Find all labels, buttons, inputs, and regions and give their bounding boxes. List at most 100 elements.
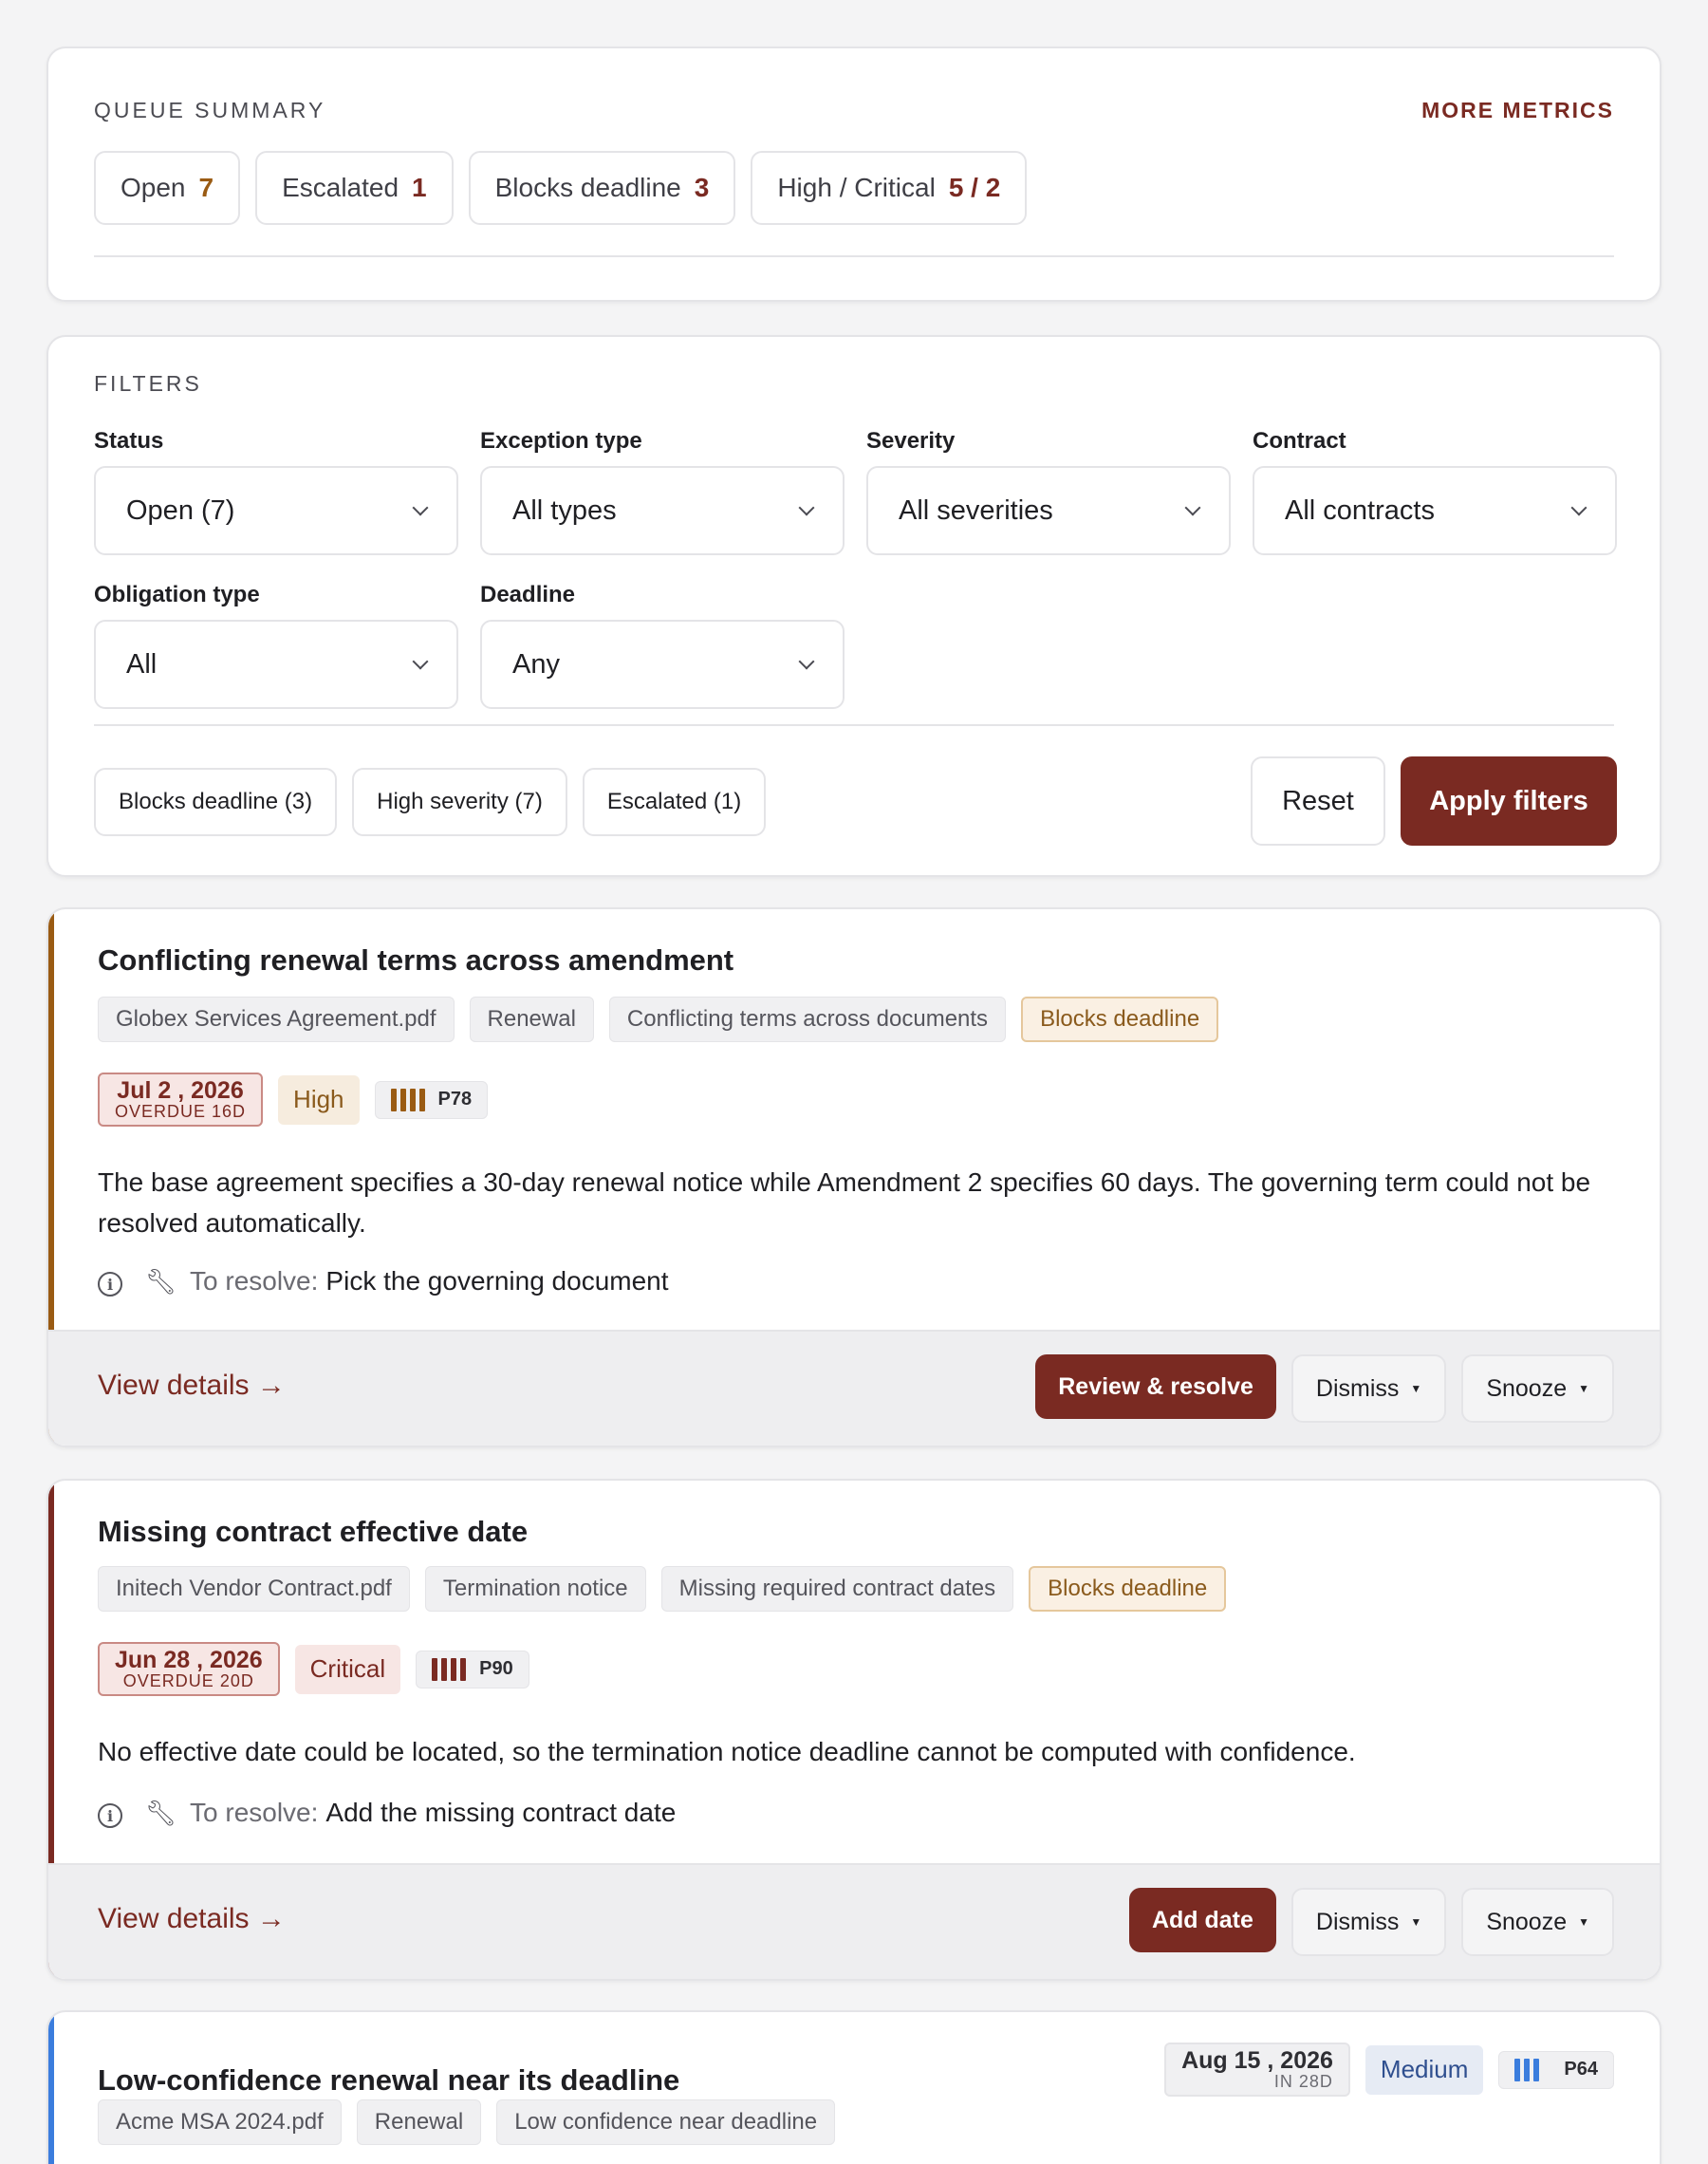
dismiss-label: Dismiss xyxy=(1315,1908,1400,1935)
deadline-date: Aug 15 , 2026 xyxy=(1181,2047,1333,2074)
contract-tag[interactable]: Initech Vendor Contract.pdf xyxy=(98,1566,410,1612)
priority-badge: P64 xyxy=(1498,2050,1614,2089)
dismiss-button[interactable]: Dismiss ▼ xyxy=(1290,1354,1447,1423)
priority-bar xyxy=(409,1088,416,1111)
stat-label: Open xyxy=(121,173,186,202)
add-date-button[interactable]: Add date xyxy=(1128,1888,1276,1952)
more-metrics-link[interactable]: MORE METRICS xyxy=(1421,98,1614,123)
stat-value: 5 / 2 xyxy=(948,173,1001,202)
dismiss-button[interactable]: Dismiss ▼ xyxy=(1290,1888,1447,1956)
priority-bar xyxy=(390,1088,397,1111)
resolve-label: To resolve: xyxy=(190,1266,319,1296)
resolve-text: Add the missing contract date xyxy=(325,1798,677,1827)
stat-value: 7 xyxy=(198,173,214,202)
status-filter-select[interactable]: Open (7) xyxy=(94,466,458,555)
exception-title: Low-confidence renewal near its deadline xyxy=(98,2063,680,2097)
chevron-down-icon xyxy=(1184,499,1201,516)
stat-value: 3 xyxy=(694,173,710,202)
stat-label: Escalated xyxy=(282,173,399,202)
priority-score: P64 xyxy=(1564,2059,1598,2080)
quick-filter-high-severity[interactable]: High severity (7) xyxy=(352,768,567,836)
view-details-link[interactable]: View details → xyxy=(98,1370,286,1402)
exception-actions-bar: View details → Add date Dismiss ▼ Snooze… xyxy=(48,1863,1660,1979)
info-icon[interactable]: i xyxy=(98,1272,122,1297)
snooze-button[interactable]: Snooze ▼ xyxy=(1461,1888,1614,1956)
exception-meta: Aug 15 , 2026 IN 28D Medium P64 xyxy=(1164,2043,1614,2098)
apply-filters-button[interactable]: Apply filters xyxy=(1401,756,1617,846)
severity-badge: Critical xyxy=(294,1644,401,1694)
contract-tag[interactable]: Acme MSA 2024.pdf xyxy=(98,2099,342,2145)
priority-bar xyxy=(451,1657,457,1681)
obligation-type-filter-select[interactable]: All xyxy=(94,620,458,709)
snooze-button[interactable]: Snooze ▼ xyxy=(1461,1354,1614,1423)
review-resolve-button[interactable]: Review & resolve xyxy=(1035,1354,1276,1419)
chevron-down-icon xyxy=(412,499,429,516)
priority-bar xyxy=(399,1088,406,1111)
stat-open[interactable]: Open 7 xyxy=(94,151,241,225)
action-buttons: Add date Dismiss ▼ Snooze ▼ xyxy=(1128,1888,1614,1956)
status-filter-label: Status xyxy=(94,428,164,454)
exception-type-filter-label: Exception type xyxy=(480,428,642,454)
resolve-label: To resolve: xyxy=(190,1798,319,1827)
filters-card: FILTERS Status Open (7) Exception type A… xyxy=(46,335,1662,877)
priority-bar xyxy=(441,1657,448,1681)
reset-button[interactable]: Reset xyxy=(1251,756,1385,846)
exception-card: Low-confidence renewal near its deadline… xyxy=(46,2010,1662,2164)
caret-down-icon: ▼ xyxy=(1410,1382,1422,1395)
stat-blocks-deadline[interactable]: Blocks deadline 3 xyxy=(468,151,736,225)
obligation-type-filter-label: Obligation type xyxy=(94,582,260,607)
chevron-down-icon xyxy=(1570,499,1587,516)
priority-badge: P90 xyxy=(416,1650,529,1688)
deadline-badge: Jun 28 , 2026 OVERDUE 20D xyxy=(98,1642,280,1697)
blocks-deadline-badge: Blocks deadline xyxy=(1029,1566,1227,1612)
exception-meta: Jul 2 , 2026 OVERDUE 16D High P78 xyxy=(98,1073,489,1128)
severity-accent-bar xyxy=(48,2012,54,2164)
exception-title: Conflicting renewal terms across amendme… xyxy=(98,943,734,977)
exception-card: Conflicting renewal terms across amendme… xyxy=(46,907,1662,1447)
quick-filter-blocks-deadline[interactable]: Blocks deadline (3) xyxy=(94,768,338,836)
stat-value: 1 xyxy=(412,173,427,202)
filters-label: FILTERS xyxy=(94,371,202,396)
exception-type-filter-select[interactable]: All types xyxy=(480,466,845,555)
dismiss-label: Dismiss xyxy=(1315,1374,1400,1402)
priority-bar xyxy=(1533,2058,1540,2081)
exception-actions-bar: View details → Review & resolve Dismiss … xyxy=(48,1330,1660,1446)
exception-type-tag: Low confidence near deadline xyxy=(496,2099,836,2145)
deadline-filter-label: Deadline xyxy=(480,582,576,607)
stat-label: Blocks deadline xyxy=(494,173,681,202)
priority-score: P90 xyxy=(479,1658,513,1680)
queue-summary-label: QUEUE SUMMARY xyxy=(94,98,326,122)
quick-filters: Blocks deadline (3) High severity (7) Es… xyxy=(94,768,767,836)
contract-filter-label: Contract xyxy=(1253,428,1346,454)
select-value: All contracts xyxy=(1285,494,1435,526)
resolve-text: Pick the governing document xyxy=(325,1266,669,1296)
exception-meta: Jun 28 , 2026 OVERDUE 20D Critical P90 xyxy=(98,1642,529,1697)
severity-filter-label: Severity xyxy=(866,428,956,454)
queue-summary-card: QUEUE SUMMARY MORE METRICS Open 7 Escala… xyxy=(46,47,1662,302)
contract-tag[interactable]: Globex Services Agreement.pdf xyxy=(98,997,455,1042)
obligation-tag: Termination notice xyxy=(424,1566,646,1612)
wrench-icon: 🔧︎ xyxy=(145,1266,177,1296)
deadline-status: IN 28D xyxy=(1273,2072,1333,2092)
priority-bar xyxy=(1514,2058,1521,2081)
severity-filter-select[interactable]: All severities xyxy=(866,466,1231,555)
filters-divider xyxy=(94,724,1614,726)
contract-filter-select[interactable]: All contracts xyxy=(1253,466,1617,555)
view-details-link[interactable]: View details → xyxy=(98,1903,286,1935)
caret-down-icon: ▼ xyxy=(1410,1915,1422,1929)
obligation-tag: Renewal xyxy=(469,997,594,1042)
stat-high-critical[interactable]: High / Critical 5 / 2 xyxy=(751,151,1028,225)
severity-badge: High xyxy=(278,1074,360,1125)
deadline-date: Jul 2 , 2026 xyxy=(117,1077,244,1104)
stat-escalated[interactable]: Escalated 1 xyxy=(255,151,454,225)
resolution-hint: i 🔧︎ To resolve: Pick the governing docu… xyxy=(98,1266,669,1297)
info-icon[interactable]: i xyxy=(98,1803,122,1828)
quick-filter-escalated[interactable]: Escalated (1) xyxy=(582,768,767,836)
exception-type-tag: Missing required contract dates xyxy=(660,1566,1014,1612)
resolution-hint: i 🔧︎ To resolve: Add the missing contrac… xyxy=(98,1798,676,1828)
deadline-filter-select[interactable]: Any xyxy=(480,620,845,709)
priority-bar xyxy=(460,1657,467,1681)
obligation-tag: Renewal xyxy=(356,2099,482,2145)
snooze-label: Snooze xyxy=(1486,1908,1568,1935)
priority-score: P78 xyxy=(437,1089,473,1110)
